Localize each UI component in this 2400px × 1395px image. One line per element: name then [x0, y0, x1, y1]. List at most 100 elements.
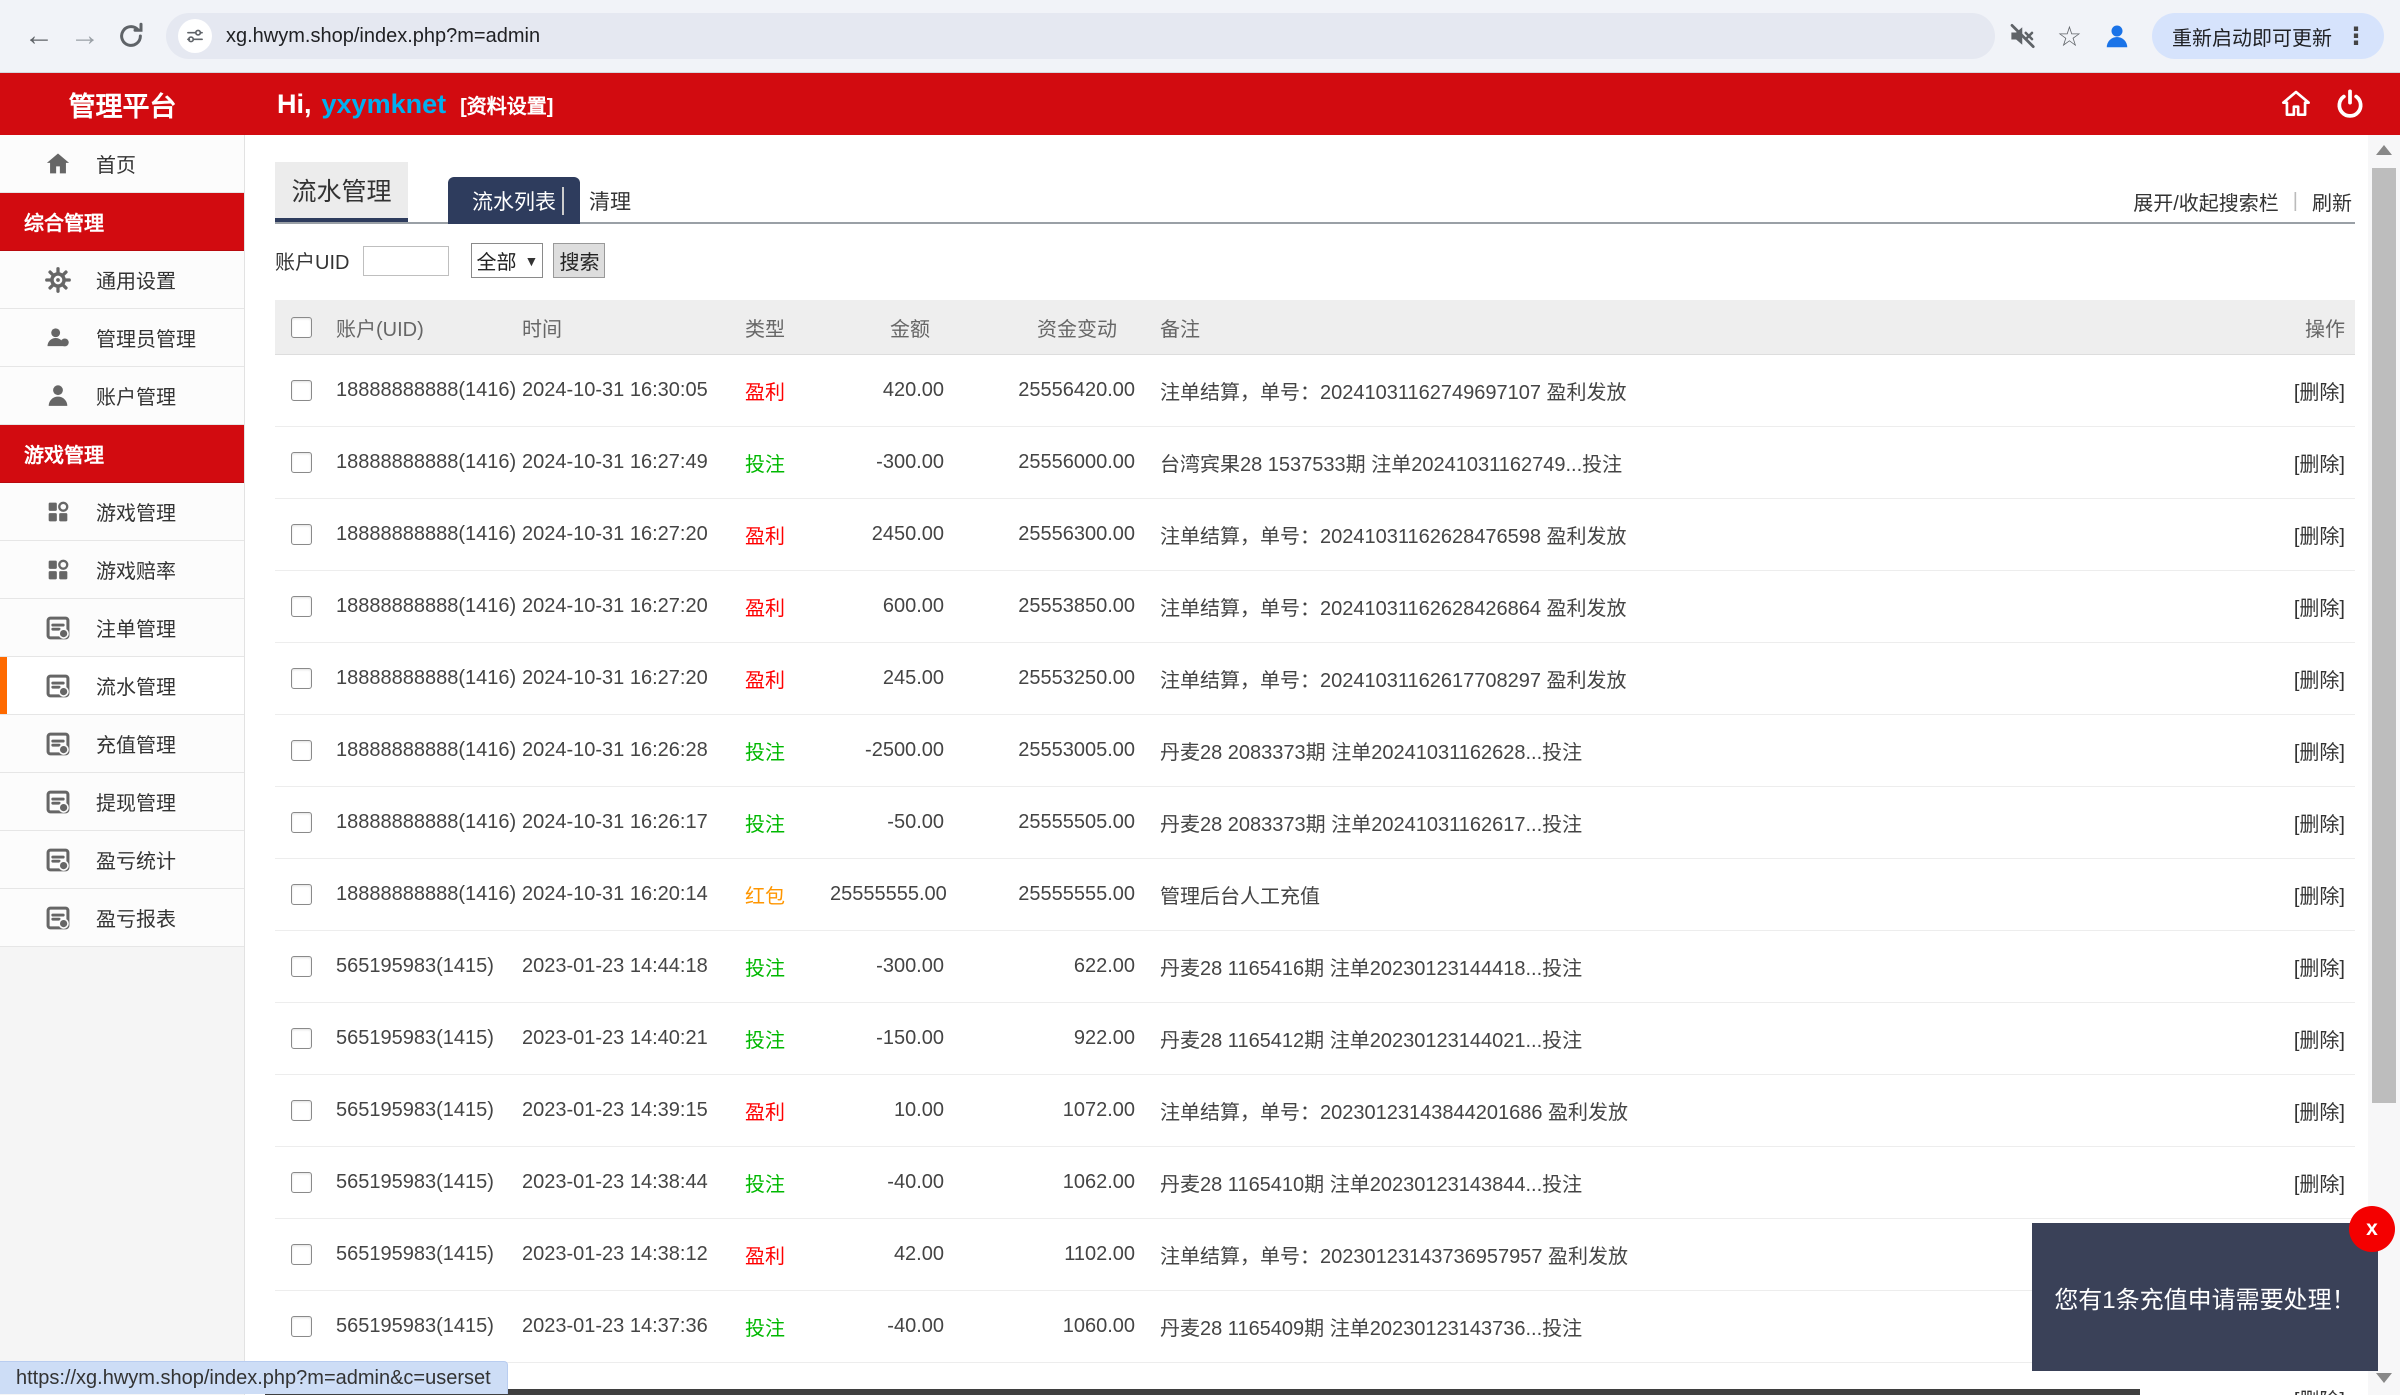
forward-icon[interactable]: → [62, 13, 108, 59]
update-button[interactable]: 重新启动即可更新 ⋮ [2152, 13, 2384, 59]
delete-link[interactable]: [删除] [2294, 1174, 2345, 1196]
row-checkbox[interactable] [291, 812, 312, 833]
row-checkbox[interactable] [291, 452, 312, 473]
row-checkbox[interactable] [291, 1316, 312, 1337]
delete-link[interactable]: [删除] [2294, 526, 2345, 548]
sidebar-item-盈亏报表[interactable]: 盈亏报表 [0, 889, 244, 947]
url-text[interactable]: xg.hwym.shop/index.php?m=admin [226, 25, 540, 48]
row-checkbox[interactable] [291, 956, 312, 977]
uid-label: 账户UID [275, 246, 349, 275]
site-settings-icon[interactable] [178, 19, 212, 53]
table-row: 18888888888(1416) 2024-10-31 16:27:49 投注… [275, 427, 2355, 499]
delete-link[interactable]: [删除] [2294, 886, 2345, 908]
delete-link[interactable]: [删除] [2294, 382, 2345, 404]
delete-link[interactable]: [删除] [2294, 454, 2345, 476]
cell-balance: 25553250.00 [950, 667, 1135, 690]
bookmark-star-icon[interactable]: ☆ [2057, 20, 2082, 53]
row-checkbox-cell [275, 1172, 330, 1193]
browser-menu-icon[interactable]: ⋮ [2344, 22, 2368, 51]
cell-remark: 丹麦28 2083373期 注单20241031162617...投注 [1135, 808, 2260, 837]
cell-balance: 1060.00 [950, 1315, 1135, 1338]
sidebar-item-label: 游戏赔率 [96, 555, 176, 584]
row-checkbox-cell [275, 1244, 330, 1265]
address-bar[interactable]: xg.hwym.shop/index.php?m=admin [166, 13, 1995, 59]
table-row: 18888888888(1416) 2024-10-31 16:27:20 盈利… [275, 643, 2355, 715]
row-checkbox[interactable] [291, 596, 312, 617]
delete-link[interactable]: [删除] [2294, 958, 2345, 980]
row-checkbox[interactable] [291, 668, 312, 689]
cell-remark: 管理后台人工充值 [1135, 880, 2260, 909]
delete-link[interactable]: [删除] [2294, 1102, 2345, 1124]
sidebar-item-盈亏统计[interactable]: 盈亏统计 [0, 831, 244, 889]
delete-link[interactable]: [删除] [2294, 670, 2345, 692]
doc-icon [44, 788, 72, 816]
row-checkbox[interactable] [291, 884, 312, 905]
sidebar-item-账户管理[interactable]: 账户管理 [0, 367, 244, 425]
tab-clean[interactable]: 清理 [579, 177, 641, 224]
logout-power-icon[interactable] [2334, 88, 2366, 120]
toggle-search-link[interactable]: 展开/收起搜索栏 [2133, 187, 2279, 216]
row-checkbox[interactable] [291, 524, 312, 545]
delete-link[interactable]: [删除] [2294, 1390, 2345, 1395]
profile-settings-link[interactable]: [资料设置] [460, 90, 553, 119]
cell-time: 2024-10-31 16:27:20 [510, 595, 700, 618]
horizontal-scrollbar[interactable] [265, 1389, 2140, 1395]
cell-action: [删除] [2260, 1168, 2355, 1197]
sidebar-item-label: 充值管理 [96, 729, 176, 758]
scrollbar-thumb[interactable] [2372, 168, 2396, 1103]
cell-uid: 18888888888(1416) [330, 379, 510, 402]
row-checkbox[interactable] [291, 380, 312, 401]
cell-time: 2023-01-23 14:38:44 [510, 1171, 700, 1194]
profile-avatar-icon[interactable] [2102, 21, 2132, 51]
refresh-link[interactable]: 刷新 [2312, 187, 2352, 216]
select-all-checkbox[interactable] [291, 317, 312, 338]
cell-balance: 622.00 [950, 955, 1135, 978]
cell-type: 投注 [700, 1168, 830, 1197]
sidebar-item-流水管理[interactable]: 流水管理 [0, 657, 244, 715]
reload-icon[interactable] [108, 13, 154, 59]
cell-amount: -50.00 [830, 811, 950, 834]
delete-link[interactable]: [删除] [2294, 1030, 2345, 1052]
cell-uid: 18888888888(1416) [330, 883, 510, 906]
delete-link[interactable]: [删除] [2294, 814, 2345, 836]
notification-close-icon[interactable]: x [2349, 1206, 2395, 1252]
sidebar-item-通用设置[interactable]: 通用设置 [0, 251, 244, 309]
sidebar-item-首页[interactable]: 首页 [0, 135, 244, 193]
row-checkbox-cell [275, 1316, 330, 1337]
row-checkbox[interactable] [291, 1028, 312, 1049]
doc-icon [44, 846, 72, 874]
row-checkbox[interactable] [291, 1244, 312, 1265]
sidebar-item-游戏赔率[interactable]: 游戏赔率 [0, 541, 244, 599]
user-icon [44, 382, 72, 410]
tab-muted-icon[interactable] [2007, 21, 2037, 51]
home-icon[interactable] [2280, 88, 2312, 120]
search-button[interactable]: 搜索 [553, 243, 605, 278]
type-select[interactable]: 全部 ▼ [471, 243, 543, 278]
back-icon[interactable]: ← [16, 13, 62, 59]
scroll-up-icon[interactable] [2376, 145, 2392, 155]
tab-flow-list[interactable]: 流水列表 [448, 177, 580, 224]
links-divider: | [2293, 190, 2298, 213]
delete-link[interactable]: [删除] [2294, 598, 2345, 620]
sidebar-item-充值管理[interactable]: 充值管理 [0, 715, 244, 773]
sidebar-item-提现管理[interactable]: 提现管理 [0, 773, 244, 831]
cell-action: [删除] [2260, 664, 2355, 693]
sidebar-item-管理员管理[interactable]: 管理员管理 [0, 309, 244, 367]
cell-time: 2024-10-31 16:27:20 [510, 667, 700, 690]
sidebar-item-注单管理[interactable]: 注单管理 [0, 599, 244, 657]
sidebar-item-label: 盈亏统计 [96, 845, 176, 874]
sidebar-item-游戏管理[interactable]: 游戏管理 [0, 483, 244, 541]
cell-type: 红包 [700, 880, 830, 909]
sidebar-item-label: 首页 [96, 149, 136, 178]
username[interactable]: yxymknet [322, 89, 447, 120]
row-checkbox[interactable] [291, 740, 312, 761]
row-checkbox[interactable] [291, 1172, 312, 1193]
cell-type: 盈利 [700, 520, 830, 549]
delete-link[interactable]: [删除] [2294, 742, 2345, 764]
header-checkbox-cell [275, 317, 330, 338]
scroll-down-icon[interactable] [2376, 1373, 2392, 1383]
cell-remark: 丹麦28 2083373期 注单20241031162628...投注 [1135, 736, 2260, 765]
row-checkbox[interactable] [291, 1100, 312, 1121]
user-greeting: Hi, yxymknet [资料设置] [277, 89, 553, 120]
uid-input[interactable] [363, 246, 449, 276]
